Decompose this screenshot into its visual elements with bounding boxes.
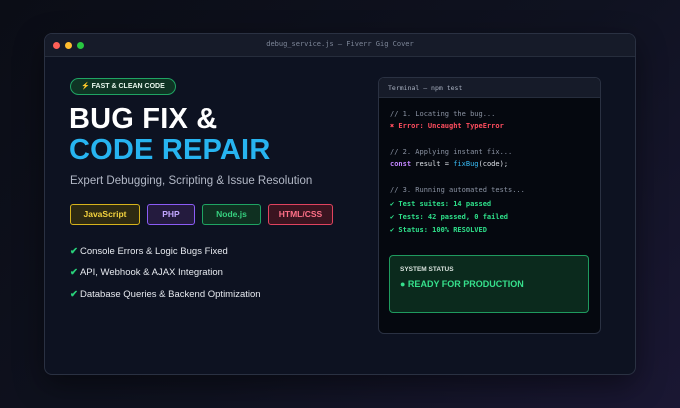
terminal-line-comment: // 1. Locating the bug... — [390, 110, 496, 118]
gig-cover-window: debug_service.js — Fiverr Gig Cover ⚡ FA… — [44, 33, 636, 375]
feature-item: ✔ Console Errors & Logic Bugs Fixed — [70, 246, 228, 257]
code-tail: (code); — [478, 160, 509, 168]
tag-html-css: HTML/CSS — [268, 204, 333, 225]
terminal-line-success: ✔ Tests: 42 passed, 0 failed — [390, 213, 509, 221]
feature-text: Database Queries & Backend Optimization — [79, 289, 261, 300]
system-status-box: SYSTEM STATUS ● READY FOR PRODUCTION — [389, 255, 589, 313]
terminal-title: Terminal — npm test — [379, 78, 600, 98]
terminal-line-code: const result = fixBug(code); — [390, 160, 508, 169]
feature-item: ✔ Database Queries & Backend Optimization — [70, 289, 261, 300]
feature-text: Console Errors & Logic Bugs Fixed — [79, 246, 228, 257]
headline-line-2: CODE REPAIR — [69, 134, 271, 166]
terminal-line-comment: // 3. Running automated tests... — [390, 186, 525, 194]
terminal-line-comment: // 2. Applying instant fix... — [390, 148, 513, 156]
window-title: debug_service.js — Fiverr Gig Cover — [266, 40, 414, 48]
badge-label: FAST & CLEAN CODE — [91, 83, 165, 90]
code-text: result = — [411, 160, 454, 168]
subtitle: Expert Debugging, Scripting & Issue Reso… — [70, 175, 313, 187]
terminal-panel: Terminal — npm test // 1. Locating the b… — [378, 77, 601, 334]
feature-text: API, Webhook & AJAX Integration — [79, 267, 223, 278]
tag-javascript: JavaScript — [70, 204, 140, 225]
code-keyword: const — [390, 160, 412, 168]
feature-item: ✔ API, Webhook & AJAX Integration — [70, 267, 223, 278]
code-function: fixBug — [453, 160, 479, 168]
terminal-line-error: ✖ Error: Uncaught TypeError — [390, 122, 504, 130]
check-icon: ✔ — [70, 267, 78, 278]
headline-line-1: BUG FIX & — [69, 103, 218, 135]
system-status-value: ● READY FOR PRODUCTION — [400, 279, 524, 289]
check-icon: ✔ — [70, 246, 78, 257]
fast-clean-code-badge: ⚡ FAST & CLEAN CODE — [70, 78, 176, 95]
tag-nodejs: Node.js — [202, 204, 261, 225]
terminal-line-success: ✔ Test suites: 14 passed — [390, 200, 492, 208]
check-icon: ✔ — [70, 289, 78, 300]
lightning-icon: ⚡ — [81, 83, 90, 90]
window-titlebar: debug_service.js — Fiverr Gig Cover — [45, 34, 635, 57]
terminal-line-success: ✔ Status: 100% RESOLVED — [390, 226, 487, 234]
tag-php: PHP — [147, 204, 195, 225]
system-status-label: SYSTEM STATUS — [400, 266, 454, 273]
